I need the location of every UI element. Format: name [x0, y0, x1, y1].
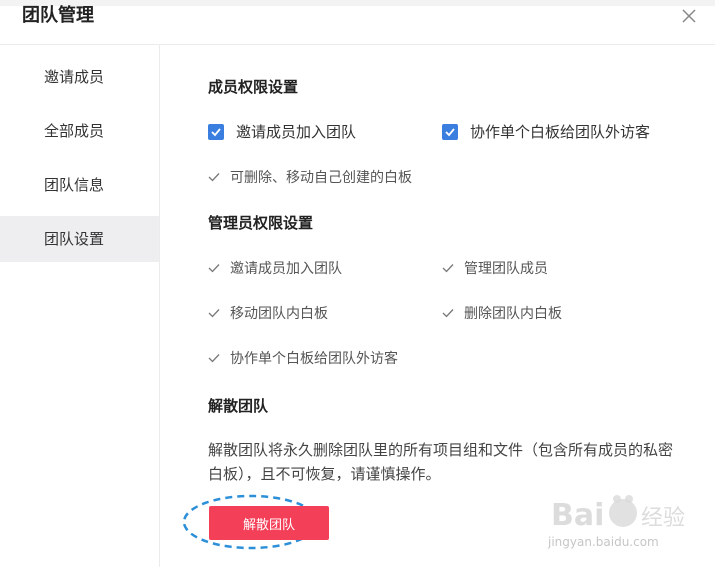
sidebar-item-label: 团队信息 — [44, 176, 105, 194]
permission-label: 删除团队内白板 — [464, 306, 562, 322]
svg-text:Bai: Bai — [551, 498, 604, 533]
dissolve-team-title: 解散团队 — [208, 397, 269, 415]
sidebar-item-label: 全部成员 — [44, 122, 105, 140]
sidebar-item-all-members[interactable]: 全部成员 — [0, 108, 159, 154]
check-mark-icon — [207, 306, 221, 320]
sidebar-item-team-info[interactable]: 团队信息 — [0, 162, 159, 208]
permission-label: 管理团队成员 — [464, 261, 548, 277]
admin-permission-item: 管理团队成员 — [441, 258, 548, 278]
permission-label: 协作单个白板给团队外访客 — [230, 351, 398, 367]
sidebar-item-team-settings[interactable]: 团队设置 — [0, 216, 159, 262]
checkbox-checked-icon[interactable] — [442, 123, 458, 140]
checkbox-invite-members[interactable]: 邀请成员加入团队 — [208, 121, 356, 142]
checkbox-share-board-external[interactable]: 协作单个白板给团队外访客 — [442, 121, 650, 142]
dissolve-team-button[interactable]: 解散团队 — [209, 506, 329, 540]
fixed-permission-delete-own: 可删除、移动自己创建的白板 — [207, 167, 412, 187]
check-mark-icon — [441, 261, 455, 275]
sidebar-item-label: 团队设置 — [44, 230, 105, 248]
team-management-dialog: 团队管理 邀请成员 全部成员 团队信息 团队设置 成员权限设置 邀请成员加入团队 — [0, 0, 715, 567]
close-icon[interactable] — [681, 8, 699, 26]
dialog-title: 团队管理 — [22, 5, 94, 26]
admin-permissions-title: 管理员权限设置 — [208, 214, 314, 232]
admin-permission-item: 删除团队内白板 — [441, 303, 562, 323]
svg-text:经验: 经验 — [641, 506, 685, 531]
admin-permission-item: 协作单个白板给团队外访客 — [207, 348, 398, 368]
checkbox-label: 邀请成员加入团队 — [236, 123, 357, 141]
check-mark-icon — [207, 261, 221, 275]
admin-permission-item: 移动团队内白板 — [207, 303, 328, 323]
sidebar-item-invite-members[interactable]: 邀请成员 — [0, 54, 159, 100]
permission-label: 邀请成员加入团队 — [230, 261, 342, 277]
admin-permission-item: 邀请成员加入团队 — [207, 258, 342, 278]
dialog-header: 团队管理 — [0, 6, 715, 45]
sidebar-item-label: 邀请成员 — [44, 68, 105, 86]
permission-label: 可删除、移动自己创建的白板 — [230, 170, 412, 186]
check-mark-icon — [207, 170, 221, 184]
check-mark-icon — [441, 306, 455, 320]
checkbox-label: 协作单个白板给团队外访客 — [470, 123, 651, 141]
sidebar: 邀请成员 全部成员 团队信息 团队设置 — [0, 45, 160, 567]
member-permissions-title: 成员权限设置 — [208, 78, 299, 96]
checkbox-checked-icon[interactable] — [208, 123, 224, 140]
dissolve-team-description: 解散团队将永久删除团队里的所有项目组和文件（包含所有成员的私密白板），且不可恢复… — [208, 441, 674, 483]
permission-label: 移动团队内白板 — [230, 306, 328, 322]
watermark-url: jingyan.baidu.com — [548, 535, 659, 549]
check-mark-icon — [207, 351, 221, 365]
